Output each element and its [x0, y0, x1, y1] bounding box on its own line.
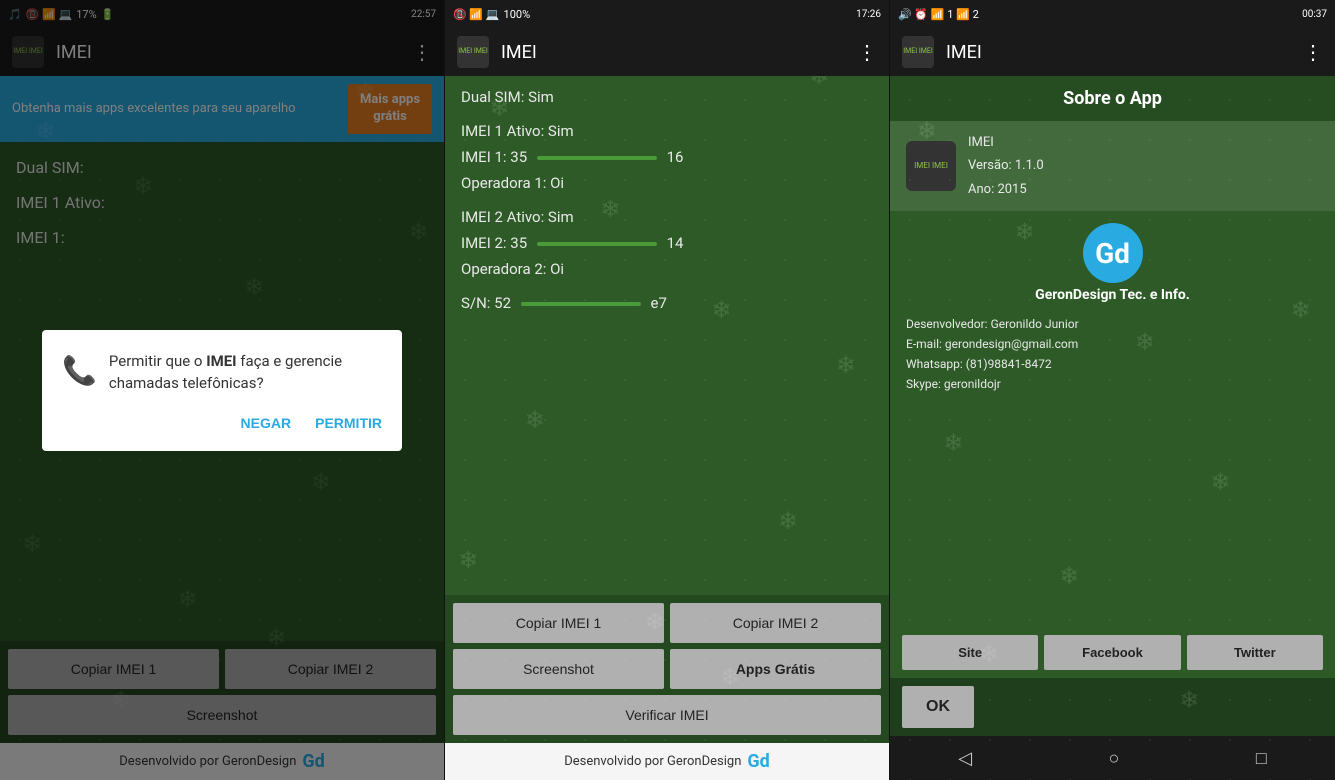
imei1-progress-bar	[537, 156, 657, 160]
overflow-menu-2[interactable]: ⋮	[857, 40, 877, 64]
app-bar-3: IMEI IMEI IMEI ⋮	[890, 28, 1335, 76]
site-button[interactable]: Site	[902, 635, 1038, 670]
imei1-section: IMEI 1 Ativo: Sim IMEI 1: 35 16 Operador…	[461, 122, 873, 192]
overflow-menu-3[interactable]: ⋮	[1303, 40, 1323, 64]
social-buttons: Site Facebook Twitter	[890, 627, 1335, 678]
verificar-imei-btn[interactable]: Verificar IMEI	[453, 695, 881, 735]
dual-sim-section: Dual SIM: Sim	[461, 88, 873, 106]
company-name: GeronDesign Tec. e Info.	[1035, 287, 1190, 303]
gd-circle-icon: Gd	[1083, 223, 1143, 283]
copy-imei1-btn-2[interactable]: Copiar IMEI 1	[453, 603, 664, 643]
app-icon-about: IMEI IMEI	[906, 141, 956, 191]
permission-dialog: 📞 Permitir que o IMEI faça e gerencie ch…	[42, 330, 402, 451]
app-year: Ano: 2015	[968, 178, 1044, 201]
screen-2: ❄ ❄ ❄ ❄ ❄ ❄ ❄ ❄ ❄ ❄ 📵 📶 💻 100% 17:26 IME…	[445, 0, 890, 780]
dialog-text: Permitir que o IMEI faça e gerencie cham…	[109, 350, 382, 395]
app-title-2: IMEI	[501, 42, 857, 63]
screen-1: ❄ ❄ ❄ ❄ ❄ ❄ ❄ ❄ ❄ ❄ ❄ ❄ 🎵 📵 📶 💻 17% 🔋 22…	[0, 0, 445, 780]
imei2-row: IMEI 2: 35 14	[461, 234, 873, 252]
app-name: IMEI	[968, 131, 1044, 154]
home-button[interactable]: ○	[1109, 748, 1120, 769]
dialog-content: 📞 Permitir que o IMEI faça e gerencie ch…	[62, 350, 382, 395]
app-info-row: IMEI IMEI IMEI Versão: 1.1.0 Ano: 2015	[890, 121, 1335, 211]
signal-icon-2: 📵 📶 💻	[453, 8, 500, 21]
screen-3: ❄ ❄ ❄ ❄ ❄ ❄ ❄ ❄ ❄ ❄ 🔊 ⏰ 📶 1 📶 2 00:37 IM…	[890, 0, 1335, 780]
about-header: Sobre o App	[890, 76, 1335, 121]
nav-bar: ◁ ○ □	[890, 736, 1335, 780]
status-bar-2: 📵 📶 💻 100% 17:26	[445, 0, 889, 28]
ok-bar: OK	[890, 678, 1335, 736]
allow-button[interactable]: PERMITIR	[315, 415, 382, 431]
icons-3: 🔊 ⏰ 📶 1 📶 2	[898, 8, 979, 21]
status-bar-3: 🔊 ⏰ 📶 1 📶 2 00:37	[890, 0, 1335, 28]
status-time-3: 00:37	[1302, 9, 1327, 20]
imei2-active-row: IMEI 2 Ativo: Sim	[461, 208, 873, 226]
app-bar-2: IMEI IMEI IMEI ⋮	[445, 28, 889, 76]
bottom-buttons-2: Copiar IMEI 1 Copiar IMEI 2 Screenshot A…	[445, 595, 889, 743]
app-title-3: IMEI	[946, 42, 1303, 63]
deny-button[interactable]: NEGAR	[241, 415, 292, 431]
status-left-3: 🔊 ⏰ 📶 1 📶 2	[898, 8, 979, 21]
dialog-actions: NEGAR PERMITIR	[62, 415, 382, 431]
footer-2: Desenvolvido por GeronDesign Gd	[445, 743, 889, 780]
ok-button[interactable]: OK	[902, 686, 974, 728]
operadora1-row: Operadora 1: Oi	[461, 174, 873, 192]
screenshot-btn-2[interactable]: Screenshot	[453, 649, 664, 689]
imei1-active-row: IMEI 1 Ativo: Sim	[461, 122, 873, 140]
app-icon-3: IMEI IMEI	[902, 36, 934, 68]
facebook-button[interactable]: Facebook	[1044, 635, 1180, 670]
contact-info: Desenvolvedor: Geronildo Junior E-mail: …	[890, 309, 1335, 627]
footer-text-2: Desenvolvido por GeronDesign	[564, 754, 741, 769]
email-row: E-mail: gerondesign@gmail.com	[906, 337, 1319, 351]
dual-sim-row: Dual SIM: Sim	[461, 88, 873, 106]
apps-gratis-btn[interactable]: Apps Grátis	[670, 649, 881, 689]
dialog-overlay: 📞 Permitir que o IMEI faça e gerencie ch…	[0, 0, 444, 780]
operadora2-row: Operadora 2: Oi	[461, 260, 873, 278]
imei2-progress-bar	[537, 242, 657, 246]
phone-icon: 📞	[62, 354, 97, 387]
imei2-section: IMEI 2 Ativo: Sim IMEI 2: 35 14 Operador…	[461, 208, 873, 278]
twitter-button[interactable]: Twitter	[1187, 635, 1323, 670]
battery-2: 100%	[504, 8, 531, 21]
app-details: IMEI Versão: 1.1.0 Ano: 2015	[968, 131, 1044, 201]
status-left-2: 📵 📶 💻 100%	[453, 8, 530, 21]
sn-progress-bar	[521, 302, 641, 306]
screenshot-apps-row: Screenshot Apps Grátis	[453, 649, 881, 689]
whatsapp-row: Whatsapp: (81)98841-8472	[906, 357, 1319, 371]
back-button[interactable]: ◁	[958, 748, 972, 769]
status-time-2: 17:26	[856, 9, 881, 20]
copy-imei2-btn-2[interactable]: Copiar IMEI 2	[670, 603, 881, 643]
recents-button[interactable]: □	[1256, 748, 1267, 769]
copy-buttons-row: Copiar IMEI 1 Copiar IMEI 2	[453, 603, 881, 643]
gd-logo-2: Gd	[747, 751, 769, 772]
sn-section: S/N: 52 e7	[461, 294, 873, 312]
sn-row: S/N: 52 e7	[461, 294, 873, 312]
app-version: Versão: 1.1.0	[968, 154, 1044, 177]
imei1-row: IMEI 1: 35 16	[461, 148, 873, 166]
app-icon-2: IMEI IMEI	[457, 36, 489, 68]
gd-logo-area: Gd GeronDesign Tec. e Info.	[890, 211, 1335, 309]
skype-row: Skype: geronildojr	[906, 377, 1319, 391]
developer-row: Desenvolvedor: Geronildo Junior	[906, 317, 1319, 331]
s2-content: Dual SIM: Sim IMEI 1 Ativo: Sim IMEI 1: …	[445, 76, 889, 595]
